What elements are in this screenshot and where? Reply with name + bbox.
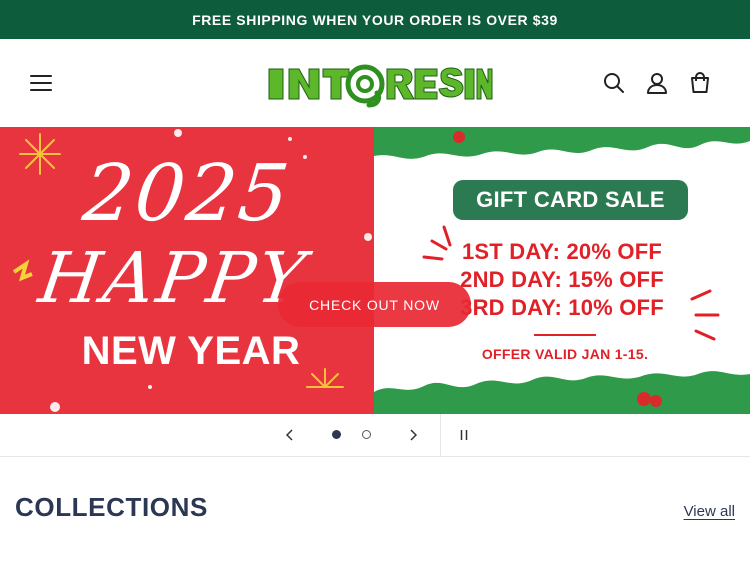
view-all-link[interactable]: View all bbox=[684, 503, 735, 520]
collections-heading: COLLECTIONS bbox=[15, 492, 208, 522]
pause-icon[interactable] bbox=[452, 423, 476, 447]
slide-dot-1[interactable] bbox=[332, 430, 341, 439]
year-heading: 2025 bbox=[79, 149, 295, 239]
menu-icon[interactable] bbox=[24, 66, 58, 100]
controls-divider bbox=[440, 414, 441, 456]
chevron-left-icon[interactable] bbox=[278, 423, 302, 447]
slide-dot-2[interactable] bbox=[362, 430, 371, 439]
cart-icon[interactable] bbox=[683, 66, 717, 100]
site-logo[interactable] bbox=[265, 57, 493, 111]
gift-card-panel: GIFT CARD SALE 1ST DAY: 20% OFF 2ND DAY:… bbox=[374, 127, 750, 414]
check-out-now-button[interactable]: CHECK OUT NOW bbox=[278, 282, 471, 327]
gift-card-badge: GIFT CARD SALE bbox=[453, 180, 688, 220]
new-year-panel: 2025 HAPPY NEW YEAR bbox=[0, 127, 374, 414]
offer-divider bbox=[534, 334, 596, 336]
deal-day-1: 1ST DAY: 20% OFF bbox=[461, 239, 663, 264]
announcement-text: FREE SHIPPING WHEN YOUR ORDER IS OVER $3… bbox=[192, 11, 558, 28]
account-icon[interactable] bbox=[640, 66, 674, 100]
slideshow-controls bbox=[0, 414, 750, 457]
chevron-right-icon[interactable] bbox=[401, 423, 425, 447]
site-header bbox=[0, 39, 750, 127]
hero-banner: 2025 HAPPY NEW YEAR GIFT CARD SALE 1ST D… bbox=[0, 127, 750, 414]
search-icon[interactable] bbox=[597, 66, 631, 100]
announcement-bar: FREE SHIPPING WHEN YOUR ORDER IS OVER $3… bbox=[0, 0, 750, 39]
new-year-heading: NEW YEAR bbox=[81, 329, 301, 373]
offer-validity: OFFER VALID JAN 1-15. bbox=[481, 346, 649, 362]
